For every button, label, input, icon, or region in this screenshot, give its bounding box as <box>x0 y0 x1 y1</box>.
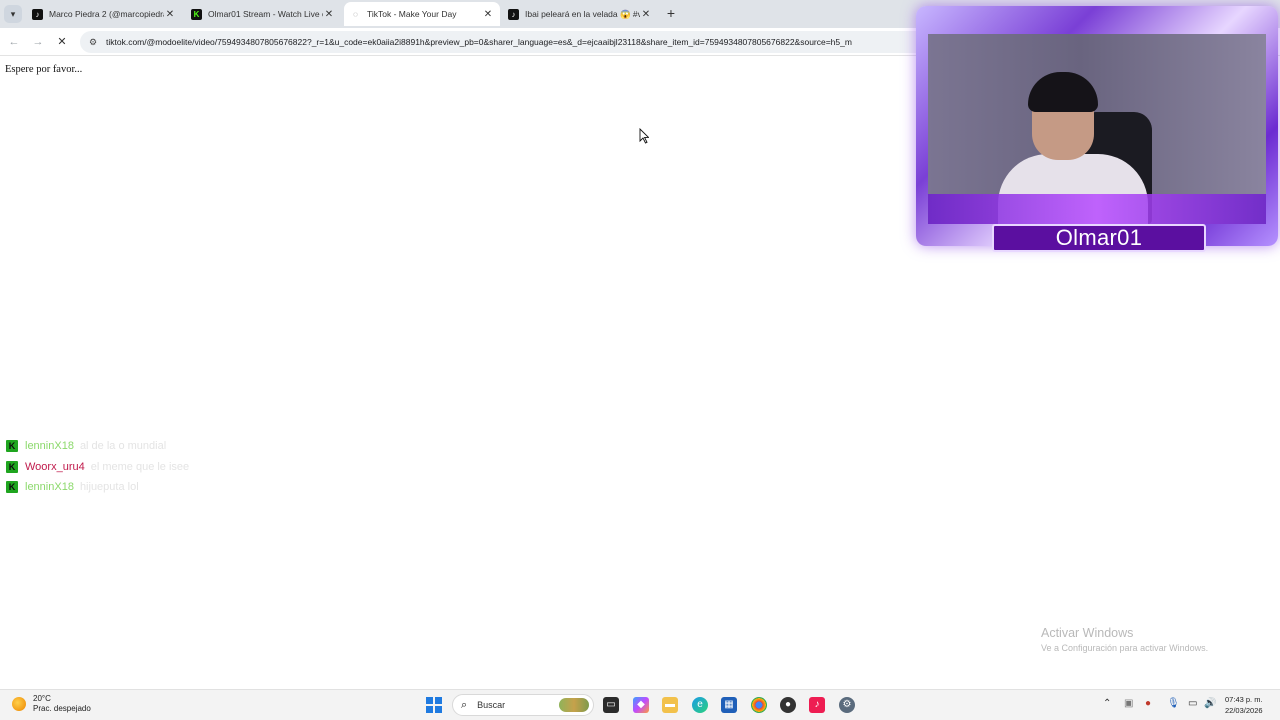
display-icon[interactable]: ▭ <box>1188 698 1197 709</box>
activate-windows-watermark: Activar Windows Ve a Configuración para … <box>1041 626 1208 653</box>
close-icon[interactable]: ✕ <box>482 9 494 20</box>
tab-title: TikTok - Make Your Day <box>367 9 457 19</box>
chat-text: hijueputa lol <box>79 481 139 494</box>
screen: ▾ ♪ Marco Piedra 2 (@marcopiedra ✕ K Olm… <box>0 0 1280 720</box>
settings-gear-icon[interactable]: ⚙ <box>839 697 855 713</box>
tab-olmar01-stream[interactable]: K Olmar01 Stream - Watch Live o ✕ <box>185 2 341 26</box>
tab-tiktok-active[interactable]: ◌ TikTok - Make Your Day ✕ <box>344 2 500 26</box>
chat-message: K Woorx_uru4 el meme que le isee <box>6 457 189 478</box>
stop-loading-icon[interactable]: ✕ <box>54 34 70 50</box>
kick-badge-icon: K <box>6 460 18 473</box>
close-icon[interactable]: ✕ <box>323 9 335 20</box>
task-view-icon[interactable]: ▭ <box>603 697 619 713</box>
store-icon[interactable]: ▦ <box>721 697 737 713</box>
chat-text: el meme que le isee <box>90 460 190 473</box>
loading-message: Espere por favor... <box>5 64 83 75</box>
app-icon[interactable]: ● <box>780 697 796 713</box>
back-icon[interactable]: ← <box>6 34 22 50</box>
chevron-up-icon[interactable]: ⌃ <box>1103 698 1111 709</box>
file-explorer-icon[interactable]: ▬ <box>662 697 678 713</box>
chat-message: K lenninX18 al de la o mundial <box>6 436 189 457</box>
tab-title: Olmar01 Stream - Watch Live o <box>208 9 323 19</box>
kick-icon: K <box>191 8 202 20</box>
microphone-icon[interactable]: 🎙 <box>1167 698 1180 709</box>
chat-username: Woorx_uru4 <box>25 460 85 473</box>
chrome-icon[interactable] <box>751 697 767 713</box>
kick-badge-icon: K <box>6 481 18 494</box>
url-text: tiktok.com/@modoelite/video/759493480780… <box>106 37 852 47</box>
tab-ibai[interactable]: ♪ Ibai peleará en la velada 😱 #v ✕ <box>502 2 658 26</box>
new-tab-button[interactable]: + <box>664 5 678 21</box>
search-icon: ⌕ <box>461 698 468 711</box>
tiktok-icon: ♪ <box>508 8 519 20</box>
close-icon[interactable]: ✕ <box>164 9 176 20</box>
search-placeholder: Buscar <box>477 700 506 710</box>
stream-chat-overlay: K lenninX18 al de la o mundial K Woorx_u… <box>6 436 189 498</box>
address-bar[interactable]: ⚙ tiktok.com/@modoelite/video/7594934807… <box>80 31 940 53</box>
watermark-title: Activar Windows <box>1041 626 1134 640</box>
tiktok-taskbar-icon[interactable]: ♪ <box>809 697 825 713</box>
taskbar-search[interactable]: ⌕ Buscar <box>452 694 594 716</box>
watermark-subtitle: Ve a Configuración para activar Windows. <box>1041 643 1209 653</box>
webcam-overlay: Olmar01 <box>916 6 1278 254</box>
mouse-cursor-icon <box>639 128 649 144</box>
loading-icon: ◌ <box>353 9 358 19</box>
webcam-video <box>928 34 1266 224</box>
tiktok-icon: ♪ <box>32 8 43 20</box>
security-icon[interactable]: ● <box>1145 698 1151 709</box>
weather-description: Prac. despejado <box>33 704 91 713</box>
close-icon[interactable]: ✕ <box>640 9 652 20</box>
forward-icon[interactable]: → <box>30 34 46 50</box>
search-highlight-icon <box>559 698 589 712</box>
chat-text: al de la o mundial <box>79 440 167 453</box>
weather-sun-icon <box>12 697 26 711</box>
windows-start-icon[interactable] <box>426 697 442 713</box>
tab-title: Ibai peleará en la velada 😱 #v <box>525 8 640 19</box>
clock-time: 07:43 p. m. <box>1225 695 1263 704</box>
chat-username: lenninX18 <box>25 440 74 453</box>
weather-widget[interactable]: 20°C Prac. despejado <box>12 694 91 714</box>
volume-icon[interactable]: 🔊 <box>1204 698 1216 709</box>
tab-marco-piedra[interactable]: ♪ Marco Piedra 2 (@marcopiedra ✕ <box>26 2 182 26</box>
edge-icon[interactable]: e <box>692 697 708 713</box>
weather-temperature: 20°C <box>33 694 51 703</box>
clock-date: 22/03/2026 <box>1225 706 1263 715</box>
kick-badge-icon: K <box>6 440 18 453</box>
tray-app-icon[interactable]: ▣ <box>1124 698 1133 709</box>
taskbar: 20°C Prac. despejado ⌕ Buscar ▭ ◆ ▬ e ▦ … <box>0 689 1280 720</box>
led-light-strip <box>928 194 1266 224</box>
copilot-icon[interactable]: ◆ <box>633 697 649 713</box>
streamer-name-plate: Olmar01 <box>992 224 1206 252</box>
tab-title: Marco Piedra 2 (@marcopiedra <box>49 9 164 19</box>
chat-message: K lenninX18 hijueputa lol <box>6 477 189 498</box>
site-settings-icon[interactable]: ⚙ <box>86 35 100 49</box>
system-clock[interactable]: 07:43 p. m. 22/03/2026 <box>1225 694 1263 716</box>
tab-search-button[interactable]: ▾ <box>4 5 22 23</box>
chat-username: lenninX18 <box>25 481 74 494</box>
